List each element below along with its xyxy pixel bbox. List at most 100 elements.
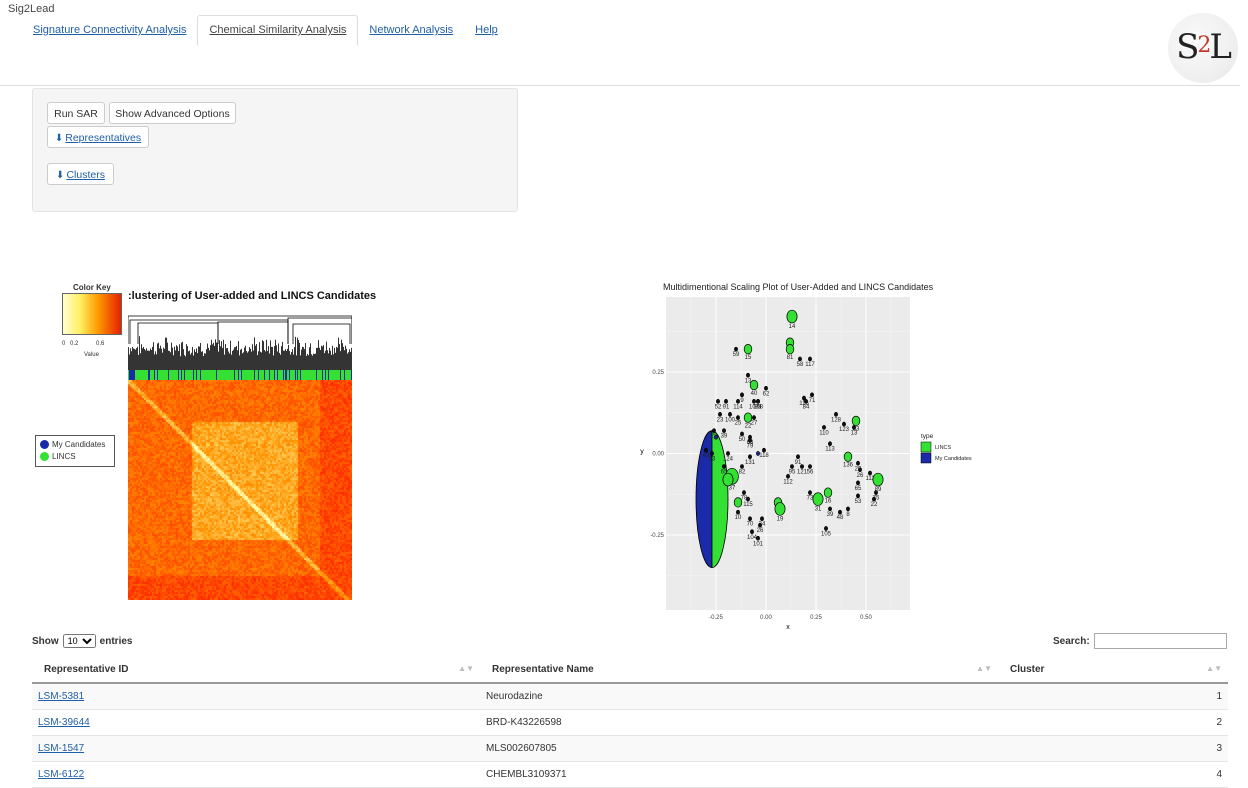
- color-bar-my-candidate: [148, 370, 149, 380]
- mds-point: [828, 441, 832, 447]
- mds-point: [786, 473, 790, 479]
- sort-icon: ▲▼: [458, 664, 474, 673]
- x-axis-label: x: [786, 624, 790, 631]
- color-bar-my-candidate: [132, 370, 133, 380]
- y-tick-label: 0.25: [652, 370, 664, 376]
- point-label: 104: [747, 535, 758, 541]
- mds-point: [762, 447, 766, 453]
- app-title: Sig2Lead: [8, 3, 55, 15]
- mds-point: [764, 385, 768, 391]
- mds-point: [752, 415, 756, 420]
- run-sar-button[interactable]: Run SAR: [47, 102, 105, 124]
- point-label: 33: [709, 457, 716, 463]
- legend-title: type: [921, 433, 934, 440]
- mds-point: [722, 428, 726, 434]
- color-bar-my-candidate: [258, 370, 259, 380]
- color-bar-my-candidate: [181, 370, 182, 380]
- color-bar-my-candidate: [200, 370, 201, 380]
- color-bar-my-candidate: [322, 370, 323, 380]
- point-label: 15: [745, 355, 752, 361]
- color-bar-my-candidate: [178, 370, 179, 380]
- mds-point: [742, 490, 746, 495]
- representative-name: BRD-K43226598: [480, 709, 998, 736]
- point-label: 118: [759, 453, 769, 459]
- point-label: 16: [825, 498, 832, 504]
- mds-point: [760, 516, 764, 522]
- color-bar-my-candidate: [184, 370, 185, 380]
- mds-point: [851, 415, 861, 427]
- mds-point: [785, 344, 795, 355]
- mds-point: [716, 398, 720, 404]
- column-header-representative-id[interactable]: Representative ID ▲▼: [32, 656, 480, 684]
- mds-plot-title: Multidimentional Scaling Plot of User-Ad…: [663, 282, 934, 292]
- representative-id-link[interactable]: LSM-1547: [38, 743, 84, 754]
- point-label: 91: [723, 404, 730, 410]
- tab-network-analysis[interactable]: Network Analysis: [358, 16, 464, 44]
- point-label: 105: [821, 531, 832, 537]
- mds-point: [774, 502, 786, 516]
- color-bar-my-candidate: [285, 370, 286, 380]
- mds-point: [846, 506, 850, 512]
- sort-icon: ▲▼: [1206, 664, 1222, 673]
- table-row: LSM-6122 CHEMBL3109371 4: [32, 761, 1228, 788]
- point-label: 101: [753, 541, 764, 547]
- mds-point: [838, 509, 842, 515]
- color-bar-my-candidate: [283, 370, 284, 380]
- mds-point: [710, 451, 714, 456]
- color-bar-my-candidate: [154, 370, 155, 380]
- column-header-cluster[interactable]: Cluster ▲▼: [998, 656, 1228, 684]
- download-representatives-button[interactable]: ⬇ Representatives: [47, 126, 149, 148]
- mds-point: [756, 535, 760, 541]
- heatmap-title: :lustering of User-added and LINCS Candi…: [128, 290, 377, 302]
- mds-point: [786, 309, 798, 324]
- y-tick-label: -0.25: [650, 533, 664, 539]
- column-header-representative-name[interactable]: Representative Name ▲▼: [480, 656, 998, 684]
- point-label: 108: [753, 404, 764, 410]
- representatives-table: Representative ID ▲▼ Representative Name ▲…: [32, 656, 1228, 788]
- mds-point: [828, 506, 832, 512]
- color-bar-my-candidate: [300, 370, 301, 380]
- legend-label: LINCS: [935, 445, 952, 451]
- table-row: LSM-5381 Neurodazine 1: [32, 683, 1228, 710]
- similarity-heatmap: [128, 380, 352, 600]
- representative-name: CHEMBL3109371: [480, 761, 998, 788]
- point-label: 59: [733, 352, 740, 358]
- representative-id-link[interactable]: LSM-5381: [38, 691, 84, 702]
- mds-point: [808, 490, 812, 495]
- mds-point: [733, 497, 743, 508]
- sort-icon: ▲▼: [976, 664, 992, 673]
- dendrogram-link: [137, 322, 219, 344]
- mds-point: [740, 464, 744, 469]
- mds-point: [746, 496, 750, 502]
- legend-label: My Candidates: [935, 456, 972, 462]
- color-bar-my-candidate: [234, 370, 235, 380]
- mds-point: [752, 398, 756, 404]
- color-bar-my-candidate: [295, 370, 296, 380]
- y-tick-label: 0.00: [652, 452, 664, 458]
- representative-id-link[interactable]: LSM-39644: [38, 717, 90, 728]
- point-label: 62: [763, 391, 770, 397]
- representative-name: MLS002607805: [480, 735, 998, 762]
- mds-point: [868, 470, 872, 476]
- point-label: 39: [827, 512, 834, 518]
- mds-point: [722, 464, 726, 469]
- mds-point: [748, 516, 752, 522]
- color-bar-my-candidate: [289, 370, 290, 380]
- search-input[interactable]: [1094, 633, 1227, 649]
- representatives-link: Representatives: [65, 132, 142, 144]
- mds-point: [740, 431, 744, 437]
- point-label: 113: [825, 447, 835, 453]
- color-bar-my-candidate: [241, 370, 242, 380]
- point-label: 26: [857, 473, 864, 479]
- download-clusters-button[interactable]: ⬇ Clusters: [47, 163, 114, 185]
- tab-chemical-similarity[interactable]: Chemical Similarity Analysis: [197, 15, 359, 46]
- point-label: 95: [789, 470, 796, 476]
- page-length-select[interactable]: 10: [62, 634, 96, 648]
- legend-label: My Candidates: [52, 440, 106, 449]
- tab-help[interactable]: Help: [464, 16, 509, 44]
- cluster-number: 2: [998, 709, 1228, 736]
- mds-point: [798, 356, 802, 362]
- representative-id-link[interactable]: LSM-6122: [38, 769, 84, 780]
- show-advanced-options-button[interactable]: Show Advanced Options: [109, 102, 236, 124]
- tab-signature-connectivity[interactable]: Signature Connectivity Analysis: [22, 16, 197, 44]
